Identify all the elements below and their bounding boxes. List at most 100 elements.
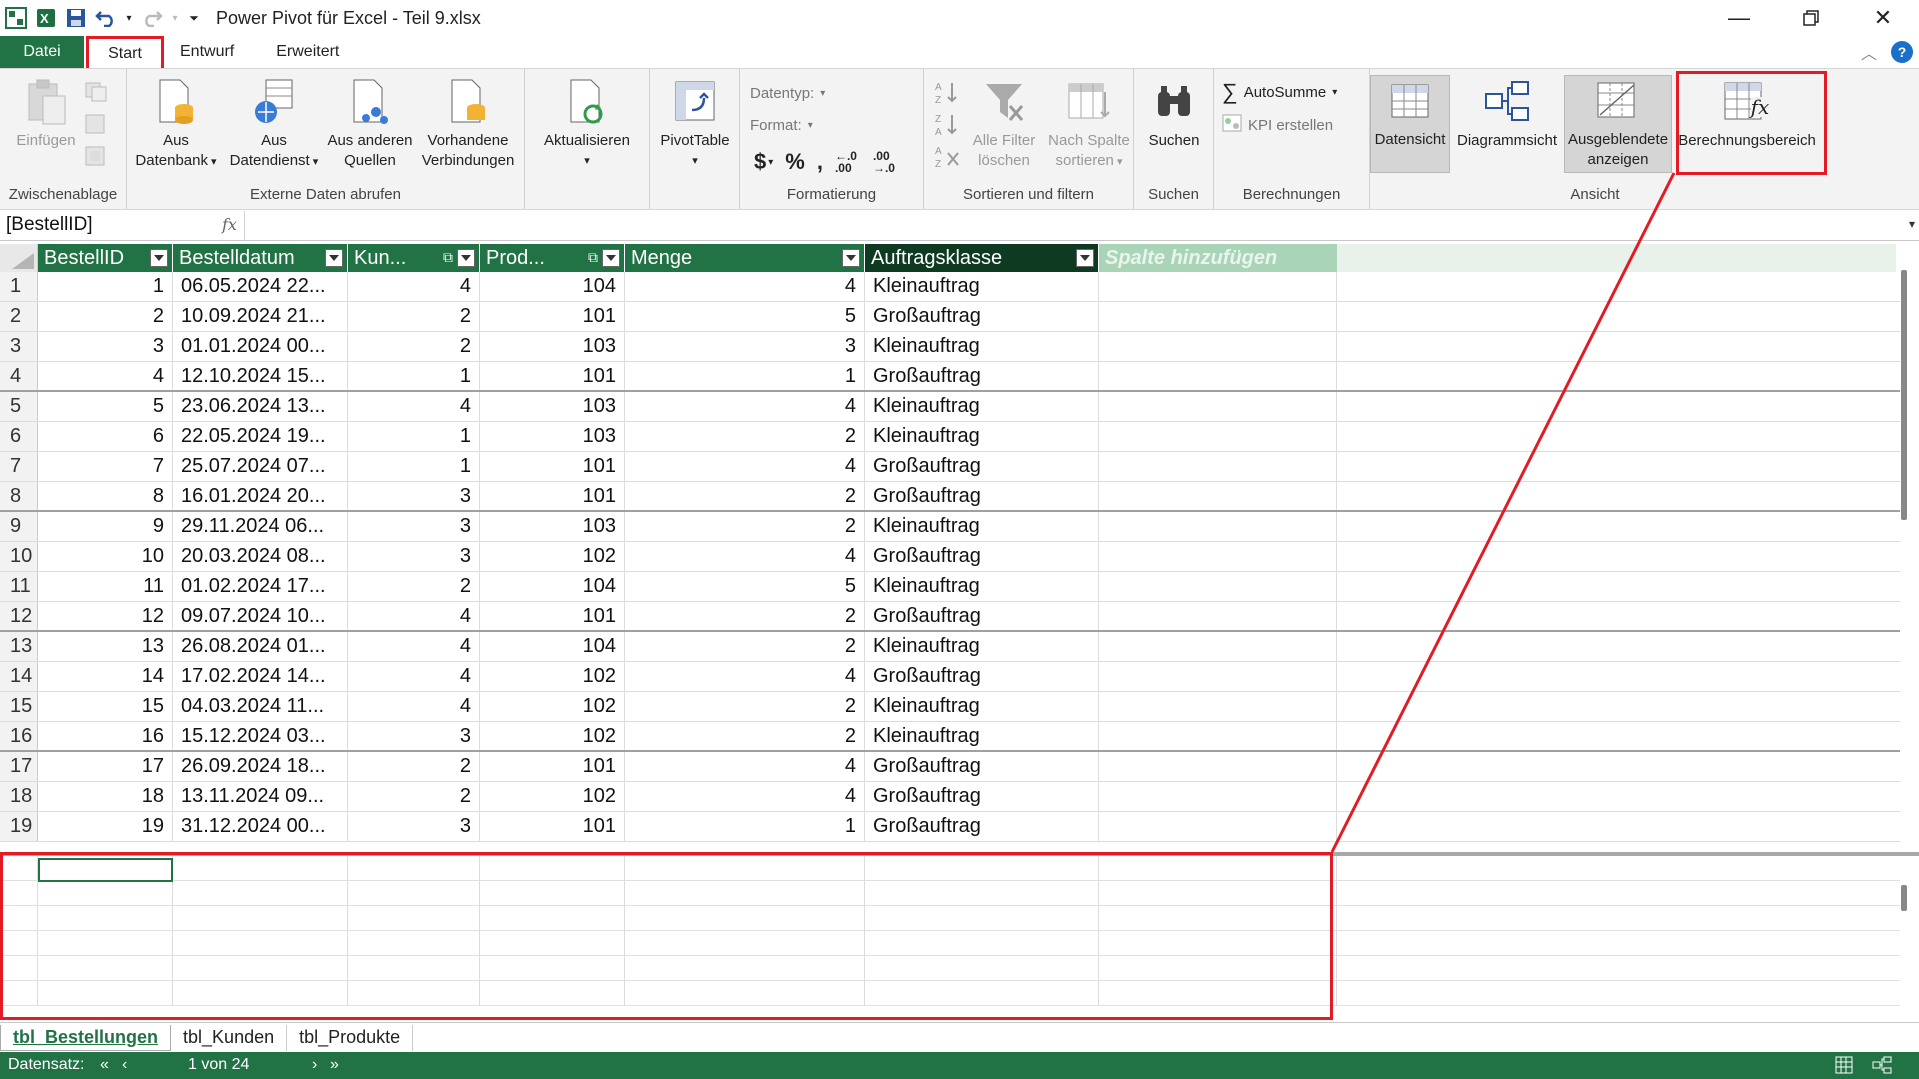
cell-auftragsklasse[interactable]: Großauftrag <box>865 662 1099 691</box>
cell-bestelldatum[interactable]: 31.12.2024 00... <box>173 812 348 841</box>
cell-auftragsklasse[interactable]: Großauftrag <box>865 452 1099 481</box>
cell-bestellid[interactable]: 16 <box>38 722 173 750</box>
sheet-tab-tbl-bestellungen[interactable]: tbl_Bestellungen <box>0 1024 172 1051</box>
cut-icon[interactable] <box>84 113 108 140</box>
cell-menge[interactable]: 5 <box>625 572 865 601</box>
pivottable-button[interactable]: PivotTable ▾ <box>654 77 736 171</box>
cell-bestellid[interactable]: 8 <box>38 482 173 510</box>
cell-bestellid[interactable]: 5 <box>38 392 173 421</box>
table-row[interactable]: 10 10 20.03.2024 08... 3 102 4 Großauftrag <box>0 542 1900 572</box>
cell-kunde[interactable]: 4 <box>348 272 480 301</box>
cell-bestelldatum[interactable]: 25.07.2024 07... <box>173 452 348 481</box>
cell-kunde[interactable]: 4 <box>348 602 480 630</box>
comma-button[interactable]: , <box>817 149 823 175</box>
excel-icon[interactable]: X <box>34 6 58 30</box>
cell-bestellid[interactable]: 19 <box>38 812 173 841</box>
datensicht-button[interactable]: Datensicht <box>1370 75 1450 173</box>
cell-bestellid[interactable]: 7 <box>38 452 173 481</box>
last-record-button[interactable]: » <box>330 1056 339 1074</box>
cell-auftragsklasse[interactable]: Großauftrag <box>865 782 1099 811</box>
cell-bestelldatum[interactable]: 23.06.2024 13... <box>173 392 348 421</box>
collapse-ribbon-icon[interactable]: ︿ <box>1861 40 1877 64</box>
tab-erweitert[interactable]: Erweitert <box>254 36 359 68</box>
table-row[interactable]: 13 13 26.08.2024 01... 4 104 2 Kleinauftrag <box>0 632 1900 662</box>
cell-menge[interactable]: 4 <box>625 542 865 571</box>
cell-kunde[interactable]: 3 <box>348 542 480 571</box>
cell-bestelldatum[interactable]: 15.12.2024 03... <box>173 722 348 750</box>
cell-produkt[interactable]: 102 <box>480 722 625 750</box>
cell-bestellid[interactable]: 12 <box>38 602 173 630</box>
cell-add-column[interactable] <box>1099 452 1337 481</box>
cell-add-column[interactable] <box>1099 542 1337 571</box>
diagrammsicht-button[interactable]: Diagrammsicht <box>1454 77 1560 151</box>
aus-anderen-quellen-button[interactable]: Aus anderen Quellen <box>325 77 415 171</box>
fx-icon[interactable]: fx <box>222 215 237 234</box>
cell-bestellid[interactable]: 13 <box>38 632 173 661</box>
aus-datendienst-button[interactable]: Aus Datendienst ▾ <box>227 77 321 172</box>
sheet-tab-tbl-kunden[interactable]: tbl_Kunden <box>171 1024 288 1051</box>
cell-bestelldatum[interactable]: 20.03.2024 08... <box>173 542 348 571</box>
redo-icon[interactable] <box>140 6 164 30</box>
cell-produkt[interactable]: 101 <box>480 302 625 331</box>
format-dropdown[interactable]: Format: ▾ <box>750 117 813 134</box>
decrease-decimal-button[interactable]: .00 →.0 <box>873 150 899 174</box>
next-record-button[interactable]: › <box>312 1056 317 1074</box>
cell-menge[interactable]: 4 <box>625 392 865 421</box>
row-number[interactable]: 6 <box>0 422 38 451</box>
cell-bestellid[interactable]: 11 <box>38 572 173 601</box>
aktualisieren-button[interactable]: Aktualisieren ▾ <box>537 77 637 171</box>
filter-dropdown-icon[interactable] <box>1076 249 1094 267</box>
cell-auftragsklasse[interactable]: Großauftrag <box>865 752 1099 781</box>
kpi-erstellen-button[interactable]: KPI erstellen <box>1222 113 1333 137</box>
row-number[interactable]: 18 <box>0 782 38 811</box>
datentyp-dropdown[interactable]: Datentyp: ▾ <box>750 85 825 102</box>
column-header-bestelldatum[interactable]: Bestelldatum <box>173 244 348 272</box>
cell-kunde[interactable]: 4 <box>348 692 480 721</box>
cell-add-column[interactable] <box>1099 722 1337 750</box>
cell-bestelldatum[interactable]: 17.02.2024 14... <box>173 662 348 691</box>
currency-dropdown-icon[interactable]: ▾ <box>768 157 773 168</box>
cell-kunde[interactable]: 2 <box>348 302 480 331</box>
cell-produkt[interactable]: 103 <box>480 422 625 451</box>
cell-menge[interactable]: 2 <box>625 602 865 630</box>
row-number[interactable]: 8 <box>0 482 38 510</box>
cell-menge[interactable]: 1 <box>625 362 865 390</box>
table-row[interactable]: 12 12 09.07.2024 10... 4 101 2 Großauftrag <box>0 602 1900 632</box>
sort-asc-icon[interactable]: AZ <box>934 79 960 110</box>
row-number[interactable]: 9 <box>0 512 38 541</box>
cell-auftragsklasse[interactable]: Großauftrag <box>865 812 1099 841</box>
row-number[interactable]: 16 <box>0 722 38 750</box>
cell-auftragsklasse[interactable]: Großauftrag <box>865 302 1099 331</box>
cell-bestellid[interactable]: 1 <box>38 272 173 301</box>
cell-produkt[interactable]: 102 <box>480 692 625 721</box>
cell-bestelldatum[interactable]: 12.10.2024 15... <box>173 362 348 390</box>
cell-menge[interactable]: 4 <box>625 662 865 691</box>
table-row[interactable]: 7 7 25.07.2024 07... 1 101 4 Großauftrag <box>0 452 1900 482</box>
select-all-corner[interactable] <box>0 244 38 272</box>
column-header-produkt[interactable]: Prod... ⧉ <box>480 244 625 272</box>
currency-button[interactable]: $ <box>754 149 766 175</box>
row-number[interactable]: 14 <box>0 662 38 691</box>
cell-menge[interactable]: 2 <box>625 512 865 541</box>
alle-filter-loeschen-button[interactable]: Alle Filter löschen <box>962 77 1046 171</box>
table-row[interactable]: 14 14 17.02.2024 14... 4 102 4 Großauftrag <box>0 662 1900 692</box>
cell-produkt[interactable]: 104 <box>480 572 625 601</box>
row-number[interactable]: 5 <box>0 392 38 421</box>
cell-add-column[interactable] <box>1099 272 1337 301</box>
row-number[interactable]: 15 <box>0 692 38 721</box>
cell-produkt[interactable]: 103 <box>480 512 625 541</box>
restore-icon[interactable] <box>1775 0 1847 36</box>
cell-add-column[interactable] <box>1099 362 1337 390</box>
cell-produkt[interactable]: 101 <box>480 752 625 781</box>
cell-add-column[interactable] <box>1099 572 1337 601</box>
cell-menge[interactable]: 2 <box>625 632 865 661</box>
cell-auftragsklasse[interactable]: Kleinauftrag <box>865 272 1099 301</box>
row-number[interactable]: 1 <box>0 272 38 301</box>
cell-produkt[interactable]: 102 <box>480 662 625 691</box>
cell-bestellid[interactable]: 14 <box>38 662 173 691</box>
cell-auftragsklasse[interactable]: Kleinauftrag <box>865 572 1099 601</box>
cell-bestelldatum[interactable]: 29.11.2024 06... <box>173 512 348 541</box>
row-number[interactable]: 19 <box>0 812 38 841</box>
cell-kunde[interactable]: 2 <box>348 572 480 601</box>
column-header-bestellid[interactable]: BestellID <box>38 244 173 272</box>
